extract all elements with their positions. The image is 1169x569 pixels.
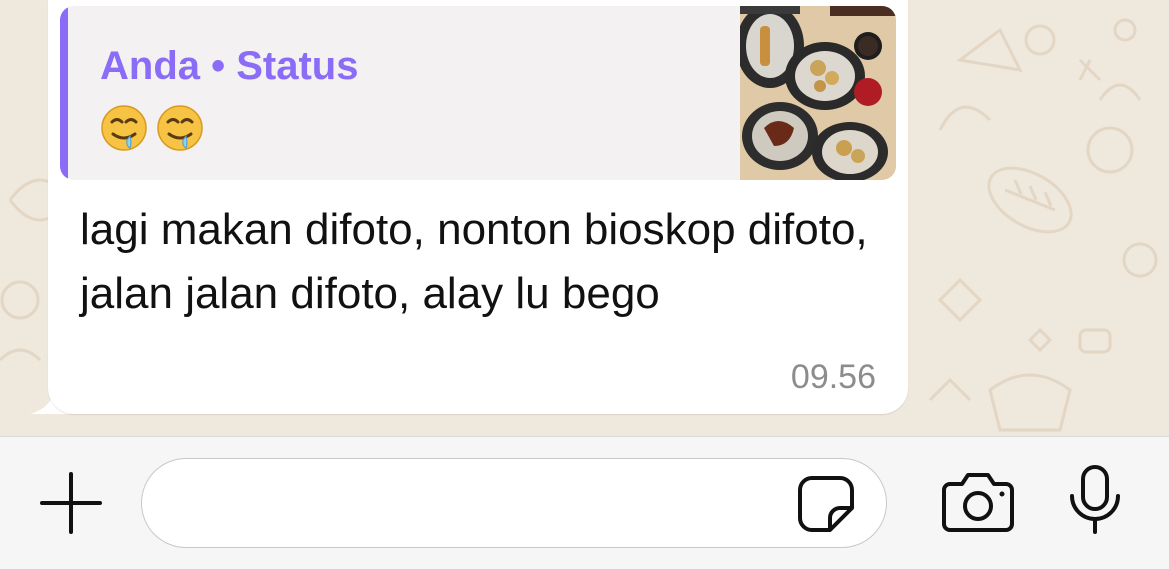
quote-accent-bar (60, 6, 68, 180)
quote-emoji-row (100, 104, 204, 152)
microphone-icon[interactable] (1066, 464, 1124, 536)
quote-author: Anda • Status (100, 44, 359, 88)
message-input[interactable] (141, 458, 887, 548)
status-reply-quote[interactable]: Anda • Status (60, 6, 896, 180)
food-photo-thumbnail[interactable] (740, 6, 896, 180)
chat-area[interactable]: Anda • Status lagi makan difoto, nonton … (0, 0, 1169, 436)
plus-icon[interactable] (38, 470, 104, 536)
message-bubble[interactable]: Anda • Status lagi makan difoto, nonton … (48, 0, 908, 414)
sticker-icon[interactable] (796, 474, 856, 534)
drooling-face-icon (157, 105, 203, 151)
camera-icon[interactable] (940, 470, 1016, 534)
message-text: lagi makan difoto, nonton bioskop difoto… (80, 205, 868, 318)
drooling-face-icon (101, 105, 147, 151)
message-timestamp: 09.56 (790, 358, 876, 396)
